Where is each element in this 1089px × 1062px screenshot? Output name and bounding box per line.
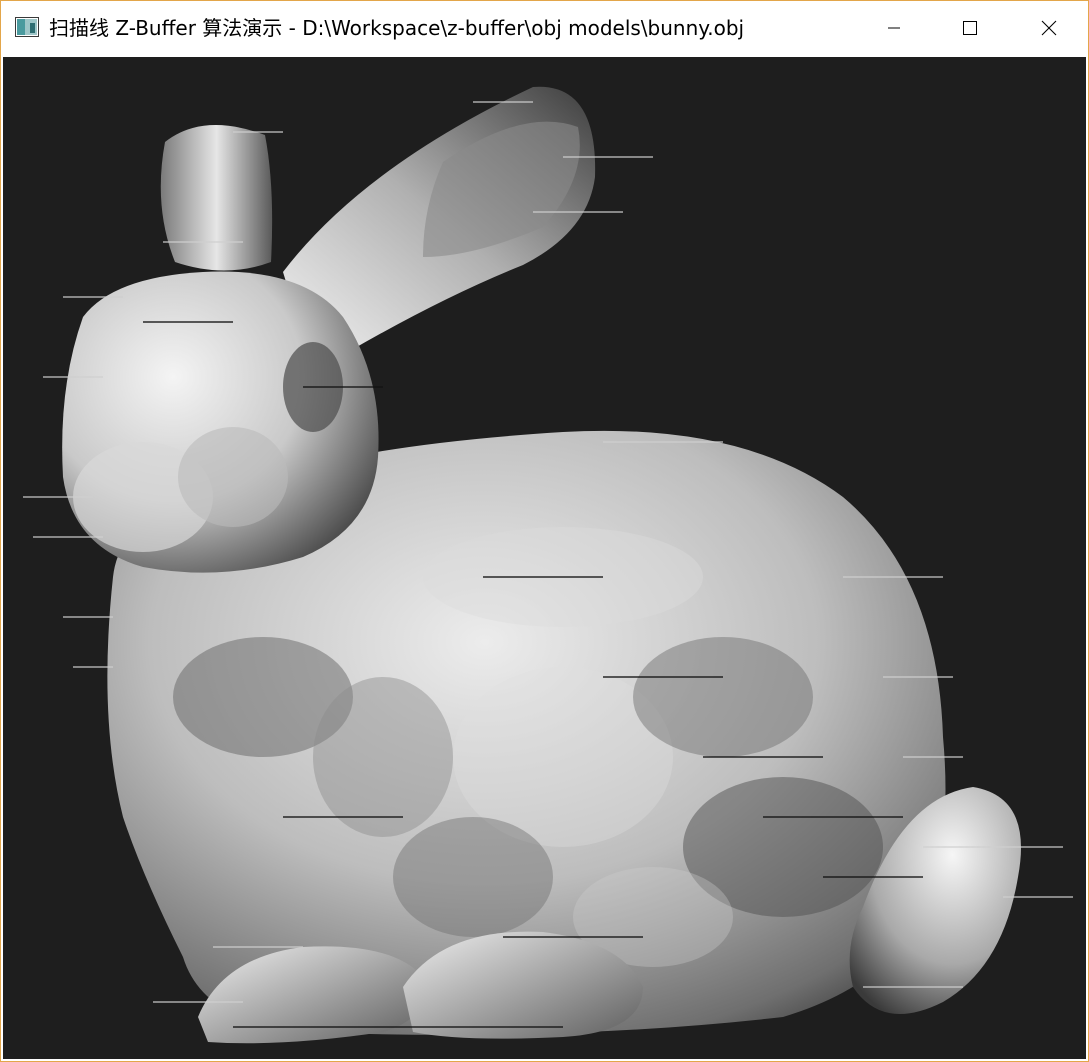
minimize-icon [888, 27, 900, 29]
close-button[interactable] [1009, 1, 1089, 55]
title-bar[interactable]: 扫描线 Z-Buffer 算法演示 - D:\Workspace\z-buffe… [1, 1, 1088, 55]
app-window: 扫描线 Z-Buffer 算法演示 - D:\Workspace\z-buffe… [0, 0, 1089, 1062]
maximize-icon [963, 21, 977, 35]
render-viewport[interactable] [3, 57, 1086, 1059]
close-icon [1041, 20, 1057, 36]
minimize-button[interactable] [854, 1, 934, 55]
maximize-button[interactable] [930, 1, 1010, 55]
app-window-icon [15, 17, 39, 37]
bunny-render [23, 86, 1073, 1044]
window-title: 扫描线 Z-Buffer 算法演示 - D:\Workspace\z-buffe… [49, 16, 745, 40]
